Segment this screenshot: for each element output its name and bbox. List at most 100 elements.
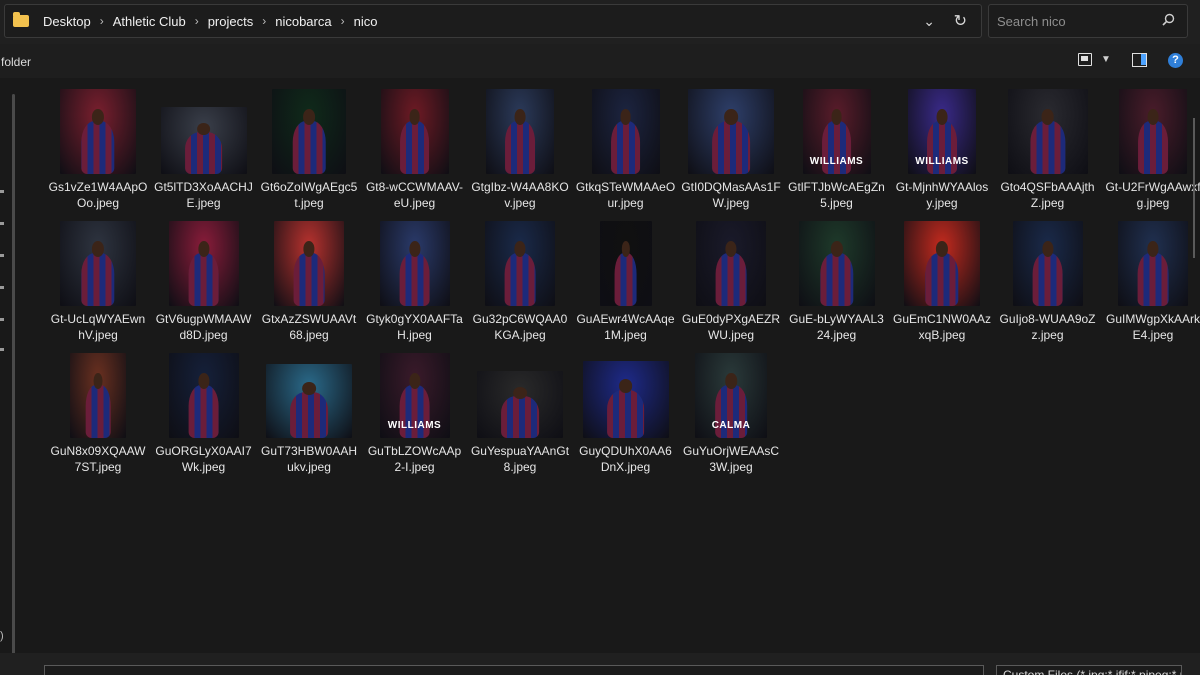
file-item[interactable]: Gs1vZe1W4AApOOo.jpeg [48, 89, 148, 219]
file-thumbnail [485, 221, 555, 306]
file-item[interactable]: Gt-U2FrWgAAwxfg.jpeg [1103, 89, 1200, 219]
thumbnail-caption: WILLIAMS [915, 156, 969, 168]
file-item[interactable]: GtkqSTeWMAAeOur.jpeg [576, 89, 676, 219]
nav-expand-marker[interactable] [0, 318, 4, 321]
file-item[interactable]: CALMA GuYuOrjWEAAsC3W.jpeg [681, 353, 781, 483]
file-thumbnail [477, 371, 563, 438]
folder-icon [13, 12, 29, 27]
file-name: Gt-UcLqWYAEwnhV.jpeg [50, 312, 146, 342]
player-figure-head [831, 109, 842, 125]
file-thumbnail [798, 221, 875, 306]
file-name: GuyQDUhX0AA6DnX.jpeg [579, 444, 672, 474]
player-figure [290, 392, 328, 438]
file-item[interactable]: GuE0dyPXgAEZRWU.jpeg [681, 221, 781, 351]
file-item[interactable]: GuYespuaYAAnGt8.jpeg [470, 353, 570, 483]
file-thumbnail [379, 221, 450, 306]
file-thumbnail [591, 89, 660, 174]
new-folder-button[interactable]: folder [1, 55, 31, 69]
file-item[interactable]: WILLIAMS GtlFTJbWcAEgZn5.jpeg [787, 89, 887, 219]
player-figure [85, 385, 111, 438]
file-item[interactable]: GuN8x09XQAAW7ST.jpeg [48, 353, 148, 483]
file-name: GuORGLyX0AAI7Wk.jpeg [155, 444, 252, 474]
nav-expand-marker[interactable] [0, 222, 4, 225]
player-figure [1137, 253, 1169, 306]
file-item[interactable]: WILLIAMS Gt-MjnhWYAAlosy.jpeg [892, 89, 992, 219]
file-item[interactable]: Gt-UcLqWYAEwnhV.jpeg [48, 221, 148, 351]
player-figure [1032, 253, 1063, 306]
file-item[interactable]: GtxAzZSWUAAVt68.jpeg [259, 221, 359, 351]
help-icon[interactable]: ? [1168, 53, 1183, 68]
player-figure-head [302, 381, 316, 396]
player-figure-head [1041, 109, 1054, 125]
search-input[interactable] [989, 5, 1149, 37]
breadcrumb-nico[interactable]: nico [354, 14, 378, 29]
file-item[interactable]: GtgIbz-W4AA8KOv.jpeg [470, 89, 570, 219]
player-figure [606, 390, 645, 438]
breadcrumb-athletic-club[interactable]: Athletic Club [113, 14, 186, 29]
file-name-input[interactable] [44, 665, 984, 675]
file-name: GtV6ugpWMAAWd8D.jpeg [155, 312, 252, 342]
file-item[interactable]: GuT73HBW0AAHukv.jpeg [259, 353, 359, 483]
thumbnail-caption: WILLIAMS [809, 156, 864, 168]
file-name: GuYespuaYAAnGt8.jpeg [470, 444, 570, 474]
file-name: GuT73HBW0AAHukv.jpeg [260, 444, 358, 474]
player-figure [715, 253, 747, 306]
file-item[interactable]: GuIjo8-WUAA9oZz.jpeg [998, 221, 1098, 351]
player-figure-head [196, 123, 211, 136]
player-figure-head [618, 379, 633, 394]
file-thumbnail [272, 89, 346, 174]
scrollbar-thumb[interactable] [1193, 118, 1195, 258]
file-thumbnail [274, 221, 344, 306]
player-figure-head [1147, 109, 1159, 125]
navigation-scrollbar[interactable] [12, 94, 15, 660]
file-name: GtlFTJbWcAEgZn5.jpeg [788, 180, 885, 210]
preview-pane-icon[interactable] [1132, 53, 1147, 67]
thumbnail-caption: WILLIAMS [387, 420, 442, 432]
nav-expand-marker[interactable] [0, 286, 4, 289]
file-type-select[interactable]: Custom Files (*.jpg;*.jfif;*.pjpeg;*.pjp… [996, 665, 1182, 675]
nav-expand-marker[interactable] [0, 348, 4, 351]
file-item[interactable]: GuORGLyX0AAI7Wk.jpeg [154, 353, 254, 483]
address-bar[interactable]: Desktop › Athletic Club › projects › nic… [4, 4, 982, 38]
file-thumbnail [688, 89, 774, 174]
file-item[interactable]: GtI0DQMasAAs1FW.jpeg [681, 89, 781, 219]
file-item[interactable]: Gt5lTD3XoAACHJE.jpeg [154, 89, 254, 219]
file-name: GtkqSTeWMAAeOur.jpeg [575, 180, 676, 210]
file-item[interactable]: GtV6ugpWMAAWd8D.jpeg [154, 221, 254, 351]
refresh-icon[interactable]: ↻ [954, 11, 967, 31]
file-item[interactable]: GuyQDUhX0AA6DnX.jpeg [576, 353, 676, 483]
file-item[interactable]: GuEmC1NW0AAzxqB.jpeg [892, 221, 992, 351]
search-box[interactable] [988, 4, 1188, 38]
file-thumbnail: WILLIAMS [908, 89, 976, 174]
player-figure-head [620, 109, 631, 125]
file-thumbnail: CALMA [695, 353, 767, 438]
file-item[interactable]: Gto4QSFbAAAjthZ.jpeg [998, 89, 1098, 219]
file-item[interactable]: GuAEwr4WcAAqe1M.jpeg [576, 221, 676, 351]
file-thumbnail [70, 353, 126, 438]
file-item[interactable]: WILLIAMS GuTbLZOWcAAp2-I.jpeg [365, 353, 465, 483]
address-history-chevron-down-icon[interactable]: ⌄ [923, 13, 935, 30]
breadcrumb-chevron-icon: › [194, 14, 199, 28]
thumbnail-caption: CALMA [711, 420, 751, 432]
player-figure [712, 121, 750, 174]
file-item[interactable]: Gt8-wCCWMAAV-eU.jpeg [365, 89, 465, 219]
search-icon[interactable] [1162, 13, 1175, 26]
nav-expand-marker[interactable] [0, 254, 4, 257]
breadcrumb-nicobarca[interactable]: nicobarca [275, 14, 331, 29]
file-thumbnail [380, 89, 449, 174]
file-thumbnail [168, 221, 239, 306]
file-item[interactable]: Gtyk0gYX0AAFTaH.jpeg [365, 221, 465, 351]
content-scrollbar[interactable] [1190, 78, 1198, 653]
file-item[interactable]: Gu32pC6WQAA0KGA.jpeg [470, 221, 570, 351]
player-figure [188, 385, 219, 438]
breadcrumb-projects[interactable]: projects [208, 14, 254, 29]
file-thumbnail [696, 221, 766, 306]
view-layout-icon[interactable] [1078, 53, 1092, 66]
nav-expand-marker[interactable] [0, 190, 4, 193]
view-options-chevron-down-icon[interactable]: ▼ [1101, 54, 1111, 65]
breadcrumb-desktop[interactable]: Desktop [43, 14, 91, 29]
file-item[interactable]: Gt6oZoIWgAEgc5t.jpeg [259, 89, 359, 219]
file-item[interactable]: GuE-bLyWYAAL324.jpeg [787, 221, 887, 351]
player-figure [81, 253, 115, 306]
file-item[interactable]: GuIMWgpXkAArkE4.jpeg [1103, 221, 1200, 351]
